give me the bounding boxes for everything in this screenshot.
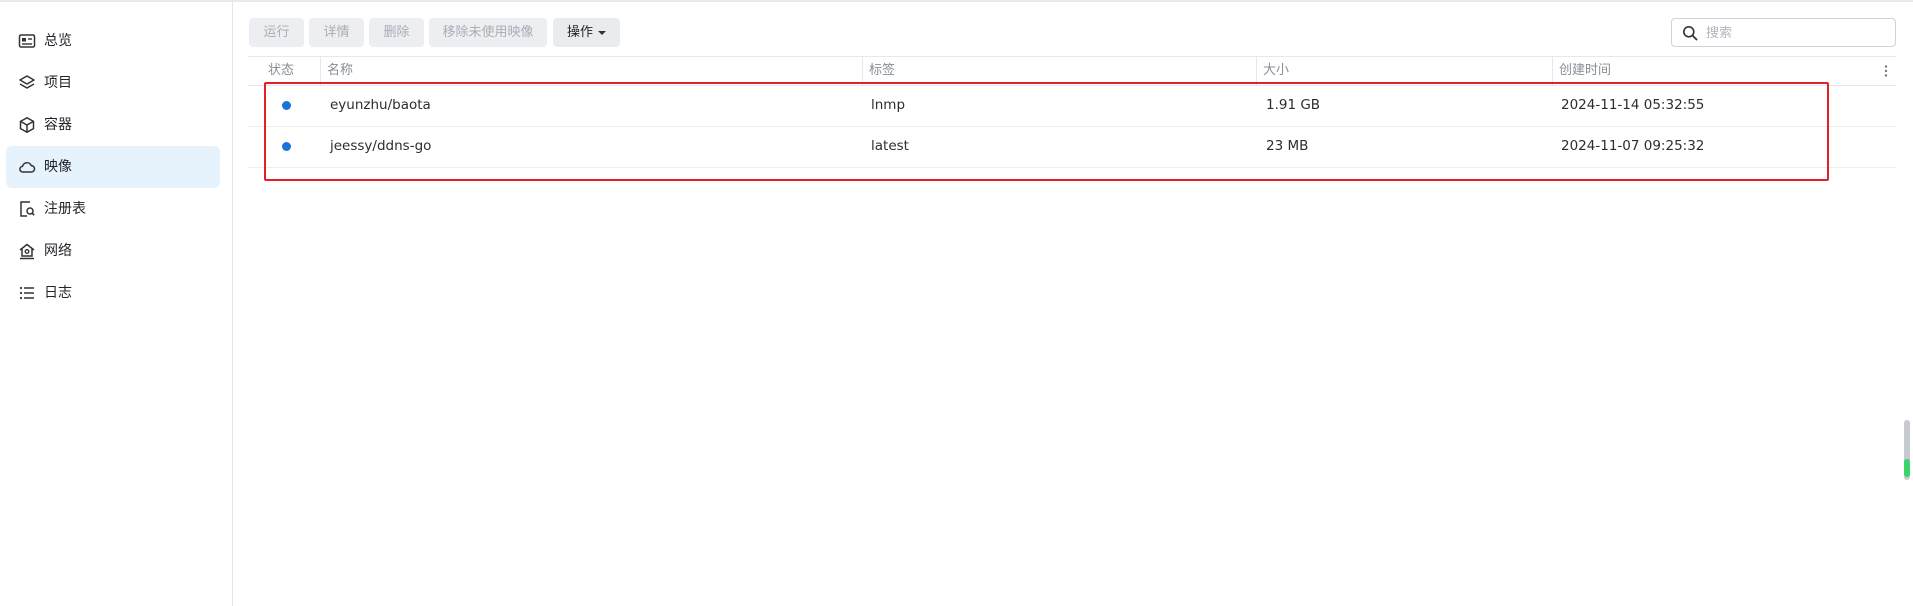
scroll-indicator xyxy=(1904,459,1910,477)
image-name: jeessy/ddns-go xyxy=(330,138,432,154)
column-header-name[interactable]: 名称 xyxy=(320,57,862,85)
registry-search-icon xyxy=(20,201,35,217)
sidebar-item-label: 容器 xyxy=(44,117,72,133)
sidebar-item-projects[interactable]: 项目 xyxy=(6,62,220,104)
sidebar-item-label: 项目 xyxy=(44,75,72,91)
image-name: eyunzhu/baota xyxy=(330,97,431,113)
actions-dropdown-button[interactable]: 操作 xyxy=(553,18,620,47)
sidebar-item-registry[interactable]: 注册表 xyxy=(6,188,220,230)
sidebar-item-label: 日志 xyxy=(44,285,72,301)
caret-down-icon xyxy=(598,30,606,35)
sidebar-item-logs[interactable]: 日志 xyxy=(6,272,220,314)
sidebar-item-overview[interactable]: 总览 xyxy=(6,20,220,62)
cloud-icon xyxy=(19,161,36,173)
sidebar: 总览 项目 容器 映像 注册表 网络 日志 xyxy=(0,2,233,606)
sidebar-item-containers[interactable]: 容器 xyxy=(6,104,220,146)
image-size: 23 MB xyxy=(1266,138,1309,154)
dashboard-icon xyxy=(18,34,36,48)
image-created: 2024-11-14 05:32:55 xyxy=(1561,97,1705,113)
search-box[interactable] xyxy=(1671,18,1896,47)
top-border xyxy=(0,0,1913,2)
list-icon xyxy=(19,286,34,300)
column-header-tag[interactable]: 标签 xyxy=(862,57,1256,85)
table-row[interactable]: jeessy/ddns-go latest 23 MB 2024-11-07 0… xyxy=(248,126,1896,168)
image-tag: lnmp xyxy=(871,97,906,113)
details-button[interactable]: 详情 xyxy=(309,18,364,47)
remove-unused-images-button[interactable]: 移除未使用映像 xyxy=(429,18,547,47)
image-created: 2024-11-07 09:25:32 xyxy=(1561,138,1705,154)
column-header-created[interactable]: 创建时间 xyxy=(1552,57,1882,85)
column-options-icon[interactable] xyxy=(1880,64,1892,78)
table-header: 状态 名称 标签 大小 创建时间 xyxy=(248,56,1896,86)
column-header-size[interactable]: 大小 xyxy=(1256,57,1552,85)
column-header-status[interactable]: 状态 xyxy=(262,57,320,85)
search-icon xyxy=(1683,26,1698,41)
image-tag: latest xyxy=(871,138,909,154)
run-button[interactable]: 运行 xyxy=(249,18,304,47)
delete-button[interactable]: 删除 xyxy=(369,18,424,47)
actions-label: 操作 xyxy=(566,25,593,40)
image-size: 1.91 GB xyxy=(1266,97,1321,113)
table-row[interactable]: eyunzhu/baota lnmp 1.91 GB 2024-11-14 05… xyxy=(248,85,1896,127)
status-dot xyxy=(282,142,291,151)
sidebar-item-network[interactable]: 网络 xyxy=(6,230,220,272)
cube-icon xyxy=(19,117,35,133)
layers-icon xyxy=(19,75,35,89)
search-input[interactable] xyxy=(1704,21,1888,46)
network-home-icon xyxy=(19,243,35,260)
sidebar-item-images[interactable]: 映像 xyxy=(6,146,220,188)
sidebar-item-label: 映像 xyxy=(44,159,72,175)
sidebar-item-label: 网络 xyxy=(44,243,72,259)
status-dot xyxy=(282,101,291,110)
sidebar-item-label: 总览 xyxy=(44,33,72,49)
sidebar-item-label: 注册表 xyxy=(44,201,86,217)
